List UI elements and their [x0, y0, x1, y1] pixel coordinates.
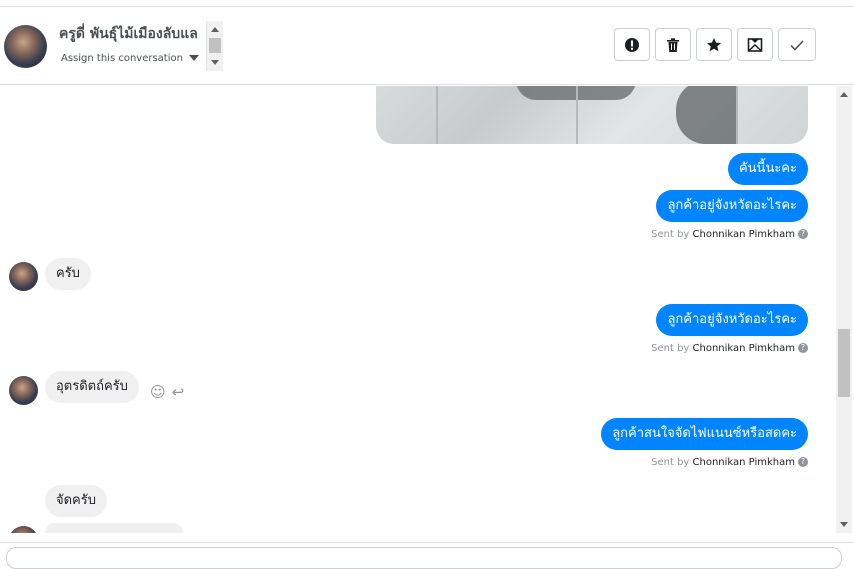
- help-icon[interactable]: ?: [798, 229, 808, 239]
- agent-name: Chonnikan Pimkham: [692, 457, 795, 468]
- sent-by-prefix: Sent by: [651, 457, 690, 468]
- message-composer: [0, 542, 854, 569]
- reply-icon[interactable]: ↩: [172, 383, 185, 401]
- contact-avatar[interactable]: [9, 526, 38, 533]
- help-icon[interactable]: ?: [798, 343, 808, 353]
- assign-label: Assign this conversation: [61, 53, 183, 64]
- sent-by-prefix: Sent by: [651, 343, 690, 354]
- contact-name[interactable]: ครูดี่ พันธุ์ไม้เมืองลับแล: [59, 23, 198, 45]
- sent-by-label: Sent by Chonnikan Pimkham?: [651, 343, 808, 354]
- help-icon[interactable]: ?: [798, 457, 808, 467]
- message-outgoing[interactable]: ลูกค้าสนใจจัดไฟแนนซ์หรือสดคะ: [601, 418, 808, 450]
- message-incoming[interactable]: จัดครับ: [45, 485, 107, 517]
- message-incoming-partial[interactable]: [45, 523, 183, 533]
- scroll-down-icon[interactable]: [211, 60, 219, 65]
- attached-image[interactable]: [376, 86, 808, 144]
- image-shadow: [676, 86, 736, 144]
- image-tile-line: [576, 86, 578, 144]
- contact-avatar[interactable]: [9, 376, 38, 405]
- sent-by-label: Sent by Chonnikan Pimkham?: [651, 229, 808, 240]
- assign-conversation-dropdown[interactable]: Assign this conversation: [61, 53, 199, 64]
- message-thread[interactable]: คันนี้นะคะ ลูกค้าอยู่จังหวัดอะไรคะ Sent …: [0, 86, 836, 533]
- scroll-thumb[interactable]: [838, 329, 850, 397]
- message-incoming[interactable]: ครับ: [45, 258, 91, 290]
- mark-spam-button[interactable]: [614, 28, 650, 61]
- conversation-header: ครูดี่ พันธุ์ไม้เมืองลับแล Assign this c…: [0, 6, 854, 85]
- message-tools: ☺ ↩: [150, 383, 184, 401]
- image-tile-line: [436, 86, 438, 144]
- exclamation-icon: [625, 37, 639, 52]
- conversation-actions: [614, 28, 816, 63]
- message-outgoing[interactable]: ลูกค้าอยู่จังหวัดอะไรคะ: [656, 304, 808, 336]
- caret-down-icon: [188, 55, 199, 61]
- mark-unread-button[interactable]: [737, 28, 773, 61]
- check-icon: [790, 39, 804, 51]
- contact-avatar[interactable]: [4, 25, 47, 68]
- star-button[interactable]: [696, 28, 732, 61]
- image-tile-line: [736, 86, 738, 144]
- envelope-icon: [747, 37, 763, 52]
- message-input[interactable]: [6, 547, 842, 569]
- header-scrollbar[interactable]: [206, 21, 223, 71]
- trash-icon: [667, 37, 679, 52]
- scroll-thumb[interactable]: [209, 38, 221, 53]
- scroll-up-icon[interactable]: [211, 27, 219, 32]
- message-outgoing[interactable]: คันนี้นะคะ: [727, 153, 808, 185]
- delete-button[interactable]: [655, 28, 691, 61]
- star-icon: [707, 37, 721, 51]
- agent-name: Chonnikan Pimkham: [692, 343, 795, 354]
- smiley-icon[interactable]: ☺: [150, 383, 166, 401]
- scroll-up-icon[interactable]: [840, 92, 848, 97]
- message-incoming[interactable]: อุตรดิตถ์ครับ: [45, 371, 139, 403]
- sent-by-prefix: Sent by: [651, 229, 690, 240]
- agent-name: Chonnikan Pimkham: [692, 229, 795, 240]
- sent-by-label: Sent by Chonnikan Pimkham?: [651, 457, 808, 468]
- mark-done-button[interactable]: [778, 28, 816, 61]
- contact-avatar[interactable]: [9, 262, 38, 291]
- message-outgoing[interactable]: ลูกค้าอยู่จังหวัดอะไรคะ: [656, 190, 808, 222]
- thread-scrollbar[interactable]: [836, 86, 852, 533]
- scroll-down-icon[interactable]: [840, 522, 848, 527]
